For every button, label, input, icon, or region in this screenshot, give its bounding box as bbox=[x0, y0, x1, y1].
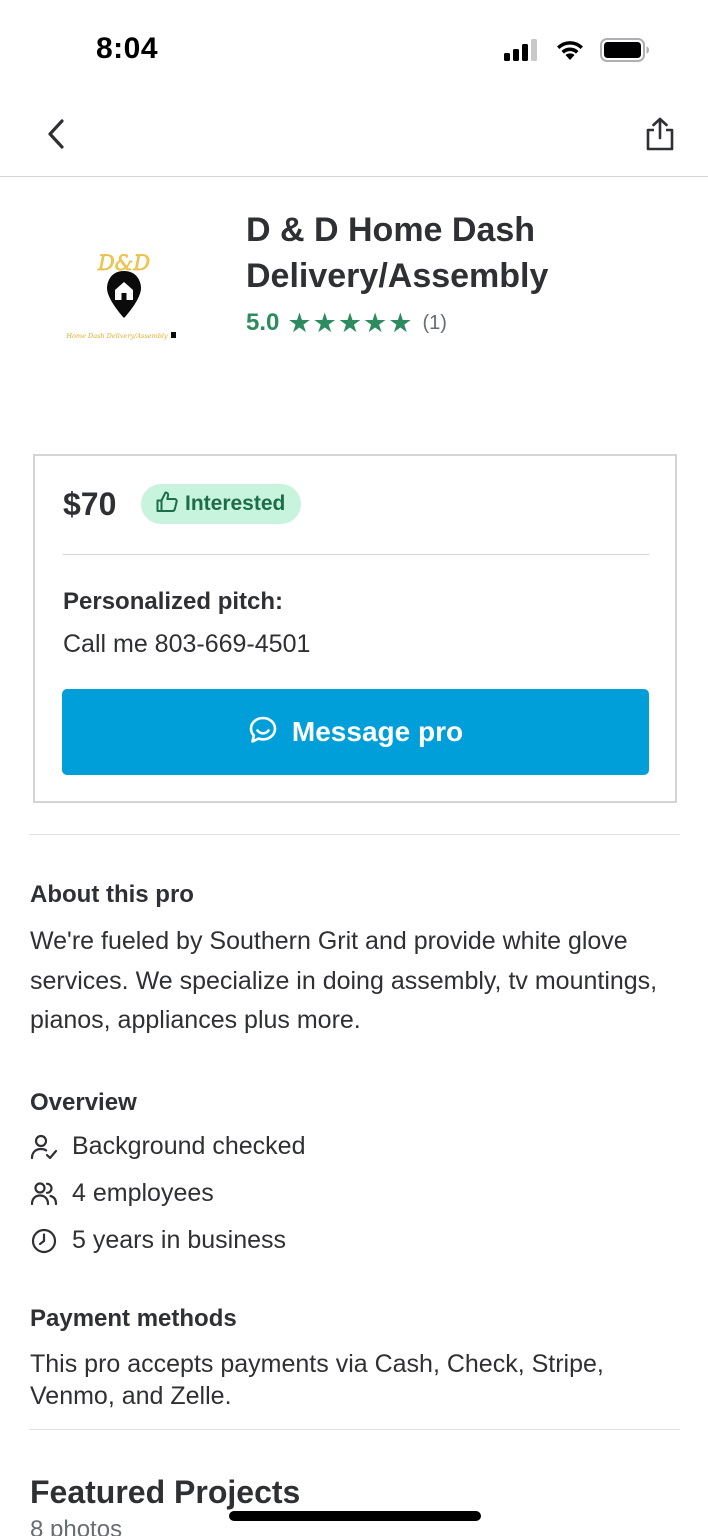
quote-card: $70 Interested Personalized pitch: Call … bbox=[33, 454, 677, 803]
overview-item-label: 5 years in business bbox=[72, 1226, 287, 1254]
section-divider bbox=[29, 834, 680, 835]
message-pro-label: Message pro bbox=[291, 716, 464, 747]
featured-projects-title: Featured Projects bbox=[30, 1474, 301, 1510]
star-icon: ★ bbox=[363, 308, 388, 338]
payment-heading: Payment methods bbox=[30, 1305, 237, 1332]
wifi-icon bbox=[554, 38, 586, 67]
status-icons bbox=[504, 38, 650, 67]
star-icon: ★ bbox=[388, 308, 413, 338]
star-icon: ★ bbox=[312, 308, 337, 338]
payment-text: This pro accepts payments via Cash, Chec… bbox=[30, 1350, 604, 1410]
thumbs-up-icon bbox=[155, 490, 179, 519]
home-indicator[interactable] bbox=[229, 1511, 481, 1521]
pro-name: D & D Home Dash Delivery/Assembly bbox=[246, 211, 549, 295]
share-button[interactable] bbox=[640, 116, 680, 156]
section-divider bbox=[29, 1429, 680, 1430]
users-icon bbox=[30, 1180, 58, 1208]
rating-row[interactable]: 5.0 ★ ★ ★ ★ ★ (1) bbox=[246, 309, 447, 337]
quote-price: $70 bbox=[63, 486, 117, 522]
overview-item-label: 4 employees bbox=[72, 1179, 214, 1207]
pro-logo: D&D Home Dash Delivery/Assembly bbox=[62, 247, 186, 347]
card-divider bbox=[63, 554, 649, 555]
interested-badge: Interested bbox=[141, 484, 302, 524]
overview-item-label: Background checked bbox=[72, 1132, 306, 1160]
status-bar: 8:04 bbox=[0, 0, 708, 100]
pitch-heading: Personalized pitch: bbox=[63, 588, 284, 615]
user-check-icon bbox=[30, 1133, 58, 1161]
chat-bubble-icon bbox=[248, 715, 278, 750]
star-rating: ★ ★ ★ ★ ★ bbox=[287, 309, 412, 337]
share-icon bbox=[645, 117, 675, 156]
status-time: 8:04 bbox=[96, 32, 159, 65]
star-icon: ★ bbox=[287, 308, 312, 338]
interested-label: Interested bbox=[185, 492, 286, 515]
chevron-left-icon bbox=[44, 118, 68, 155]
nav-bar bbox=[0, 100, 708, 177]
message-pro-button[interactable]: Message pro bbox=[62, 689, 649, 775]
battery-icon bbox=[600, 38, 650, 67]
clock-icon bbox=[30, 1227, 58, 1255]
back-button[interactable] bbox=[36, 116, 76, 156]
overview-item-years: 5 years in business bbox=[30, 1226, 286, 1255]
about-text: We're fueled by Southern Grit and provid… bbox=[30, 927, 658, 1034]
overview-item-background-check: Background checked bbox=[30, 1132, 305, 1161]
star-icon: ★ bbox=[337, 308, 363, 338]
rating-value: 5.0 bbox=[246, 309, 280, 336]
review-count: (1) bbox=[422, 311, 447, 334]
cellular-signal-icon bbox=[504, 38, 540, 67]
pitch-text: Call me 803-669-4501 bbox=[63, 630, 311, 658]
overview-item-employees: 4 employees bbox=[30, 1179, 214, 1208]
about-heading: About this pro bbox=[30, 881, 194, 908]
svg-text:Home Dash Delivery/Assembly: Home Dash Delivery/Assembly bbox=[65, 332, 168, 340]
overview-heading: Overview bbox=[30, 1089, 137, 1116]
featured-photo-count[interactable]: 8 photos bbox=[30, 1516, 122, 1536]
